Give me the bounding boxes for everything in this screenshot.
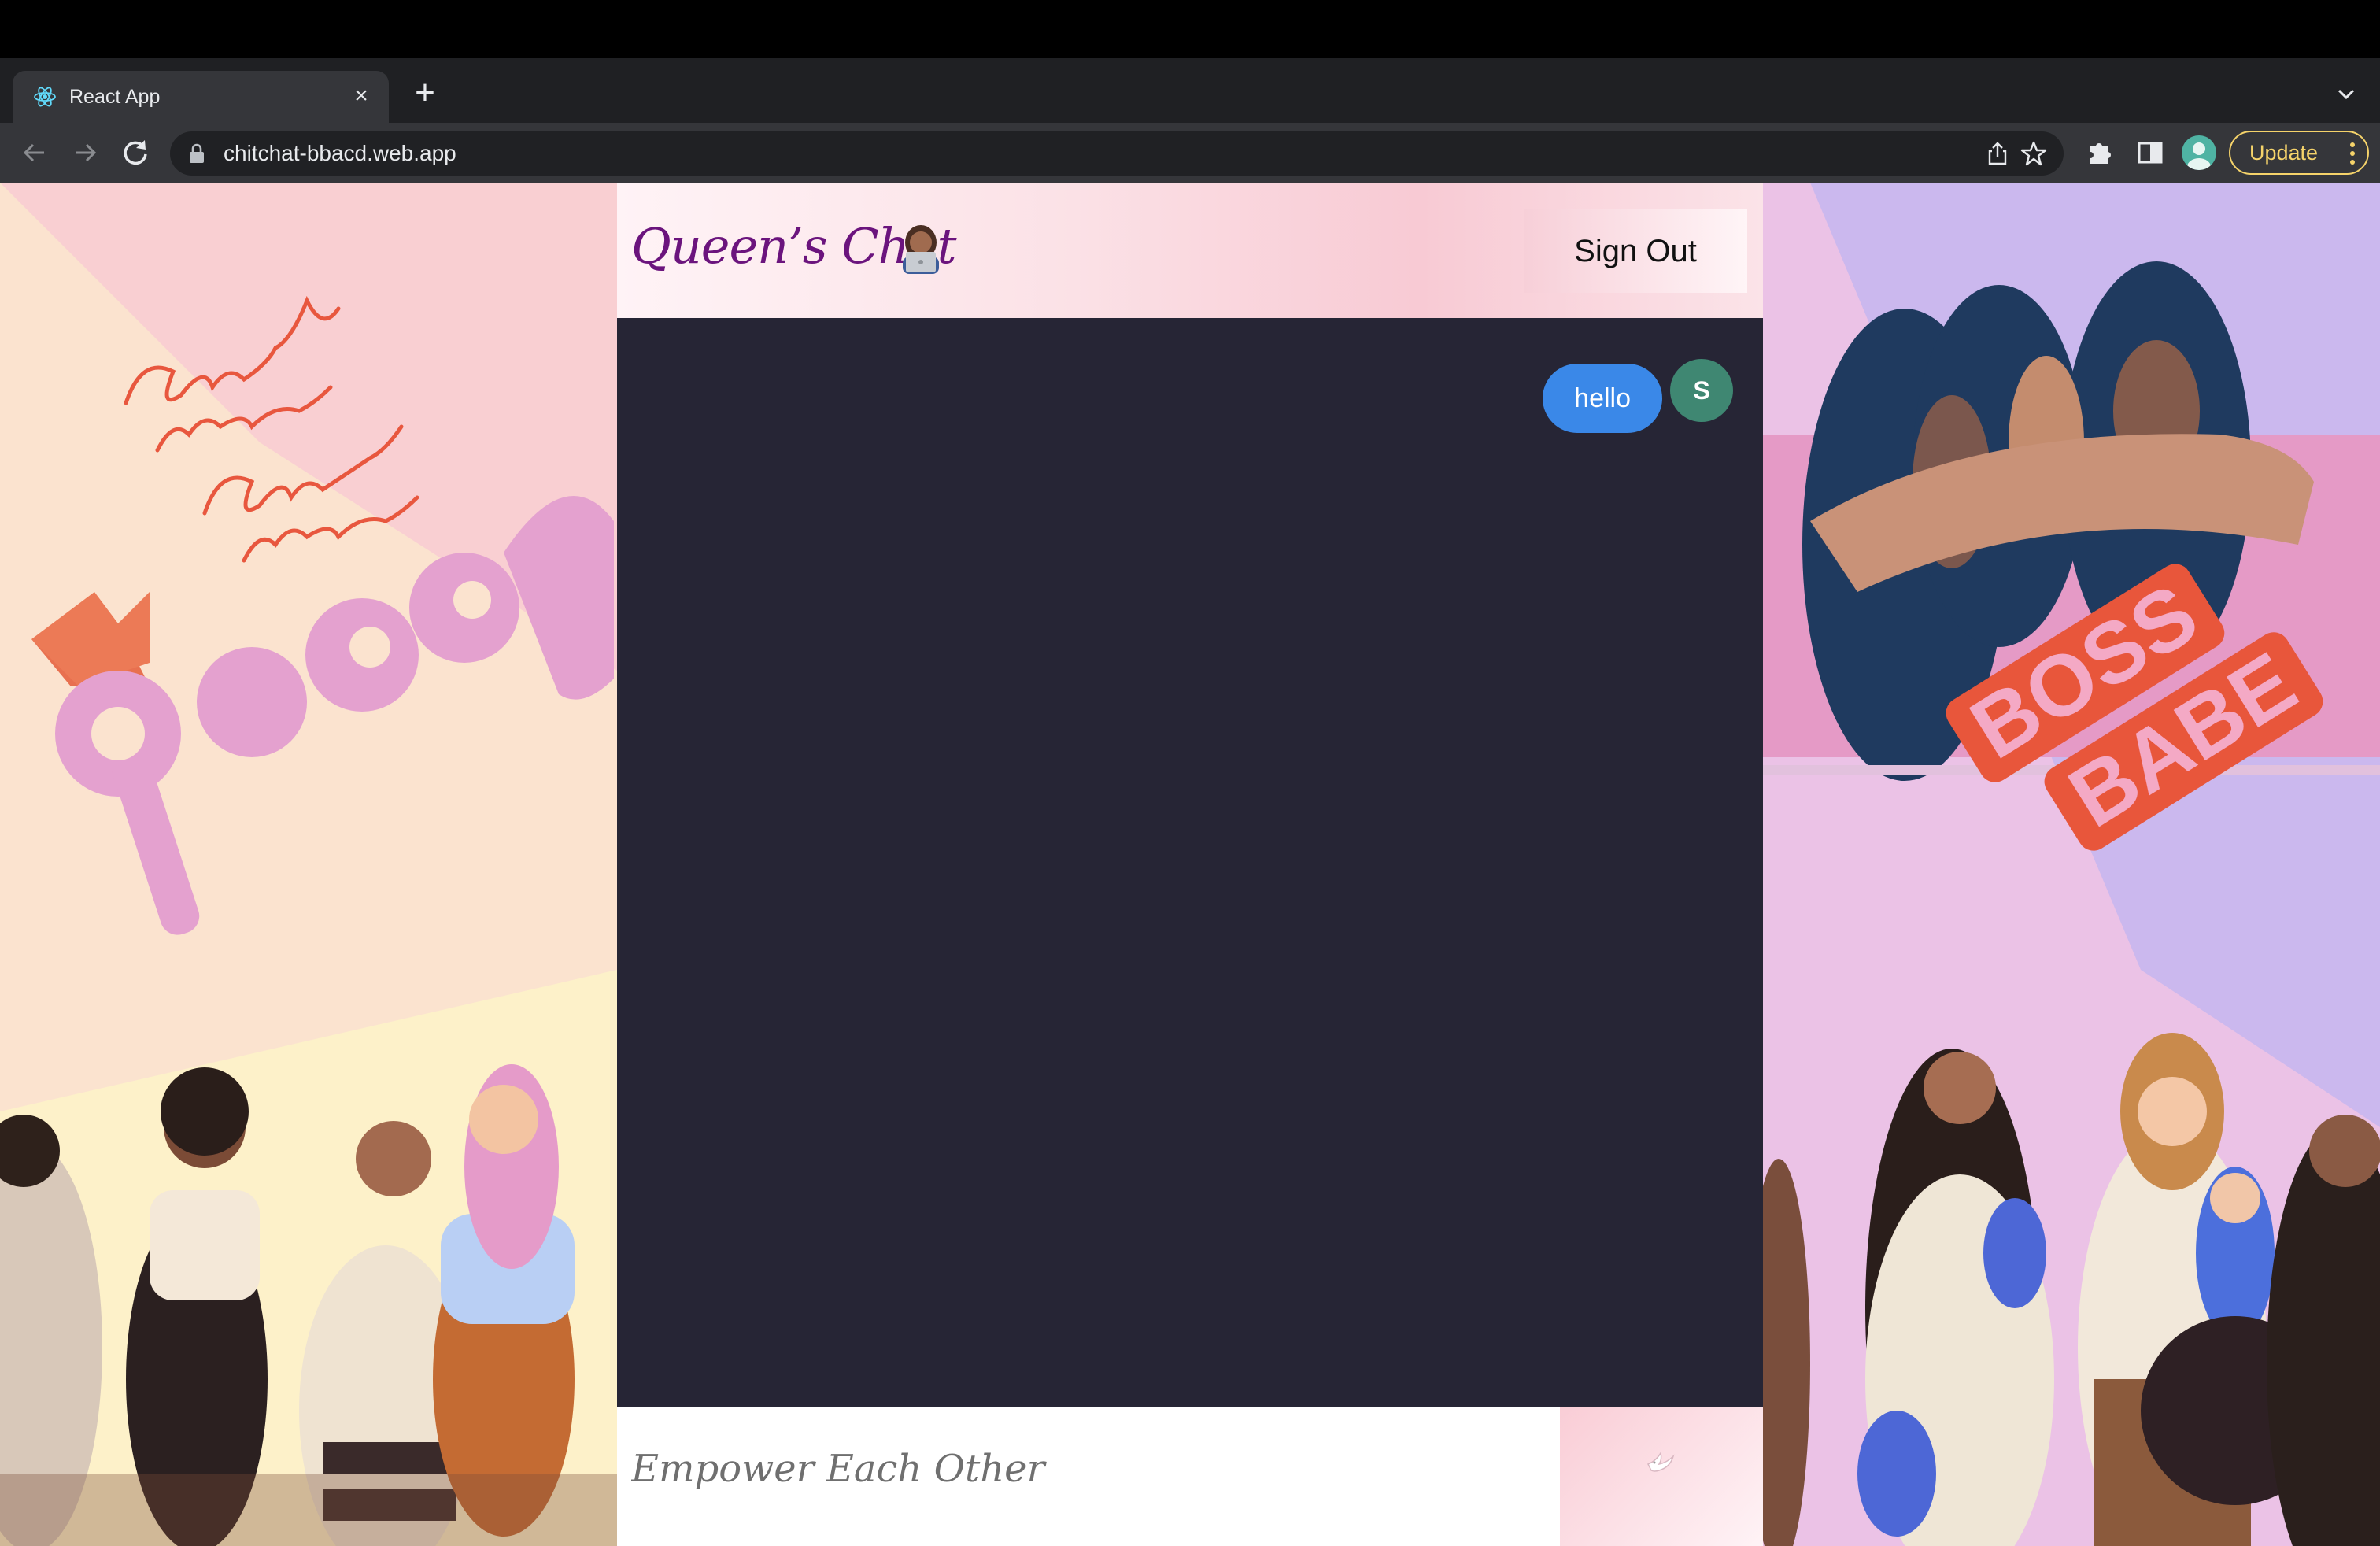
sign-out-button[interactable]: Sign Out	[1524, 209, 1747, 293]
address-bar[interactable]: chitchat-bbacd.web.app	[170, 131, 2064, 176]
send-button[interactable]	[1560, 1407, 1763, 1546]
close-tab-icon[interactable]: ×	[345, 80, 378, 113]
side-panel-icon[interactable]	[2134, 137, 2166, 168]
profile-icon[interactable]	[2182, 135, 2216, 170]
reload-icon[interactable]	[116, 134, 154, 172]
chat-app: Queen’s Chat Sign Out hello S	[617, 183, 1763, 1546]
left-background-art	[0, 183, 617, 1546]
chevron-down-icon[interactable]	[2330, 77, 2363, 110]
star-icon[interactable]	[2020, 139, 2048, 168]
forward-icon[interactable]	[66, 134, 104, 172]
more-icon[interactable]	[2349, 142, 2356, 165]
avatar: S	[1670, 359, 1733, 422]
tab-strip: React App × +	[0, 58, 2380, 123]
new-tab-icon[interactable]: +	[406, 76, 444, 113]
queen-illustration	[0, 183, 617, 1546]
message-item: hello S	[1497, 359, 1733, 433]
right-background-art: BOSS BABE	[1763, 183, 2380, 1546]
message-input[interactable]	[617, 1407, 1560, 1546]
update-button[interactable]: Update	[2229, 131, 2369, 175]
react-icon	[34, 87, 56, 107]
tab-title: React App	[69, 86, 161, 108]
message-bubble: hello	[1543, 364, 1662, 433]
boss-babe-illustration: BOSS BABE	[1763, 183, 2380, 1546]
tab-react-app[interactable]: React App ×	[13, 71, 389, 123]
browser-toolbar: chitchat-bbacd.web.app Update	[0, 123, 2380, 183]
dove-icon	[1646, 1452, 1675, 1472]
message-composer	[617, 1407, 1763, 1546]
woman-technologist-emoji	[903, 225, 939, 274]
app-header: Queen’s Chat Sign Out	[617, 183, 1763, 318]
back-icon[interactable]	[16, 134, 54, 172]
share-icon[interactable]	[1983, 139, 2012, 168]
update-label: Update	[2249, 141, 2319, 165]
extensions-icon[interactable]	[2084, 137, 2116, 168]
menu-bar-area	[0, 0, 2380, 58]
sign-out-label: Sign Out	[1574, 234, 1697, 268]
url-text[interactable]: chitchat-bbacd.web.app	[224, 131, 456, 176]
page-viewport: BOSS BABE Queen’s Chat Sign Out hello S …	[0, 183, 2380, 1546]
message-list: hello S	[617, 318, 1763, 1407]
lock-icon[interactable]	[187, 142, 206, 165]
